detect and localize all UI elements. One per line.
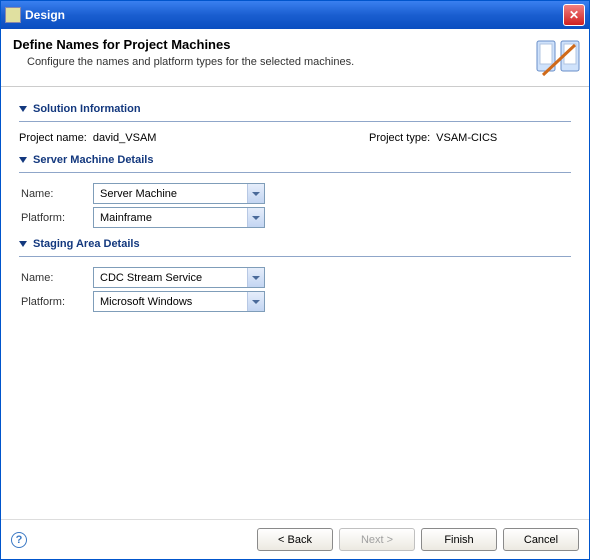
- server-name-combo[interactable]: Server Machine: [93, 183, 265, 204]
- cancel-button[interactable]: Cancel: [503, 528, 579, 551]
- section-title: Server Machine Details: [33, 154, 153, 166]
- page-subtitle: Configure the names and platform types f…: [27, 56, 577, 68]
- next-button: Next >: [339, 528, 415, 551]
- section-title: Staging Area Details: [33, 238, 140, 250]
- section-staging-area-details[interactable]: Staging Area Details: [19, 238, 571, 250]
- back-button[interactable]: < Back: [257, 528, 333, 551]
- page-title: Define Names for Project Machines: [13, 37, 577, 52]
- project-name-label: Project name:: [19, 132, 87, 144]
- staging-name-combo[interactable]: CDC Stream Service: [93, 267, 265, 288]
- solution-info-row: Project name: david_VSAM Project type: V…: [19, 132, 571, 144]
- app-icon: [5, 7, 21, 23]
- twisty-icon: [19, 106, 27, 112]
- help-icon[interactable]: ?: [11, 532, 27, 548]
- chevron-down-icon[interactable]: [247, 292, 264, 311]
- project-type-label: Project type:: [369, 132, 430, 144]
- project-name-value: david_VSAM: [93, 132, 157, 144]
- server-name-label: Name:: [19, 188, 93, 200]
- section-rule: [19, 172, 571, 173]
- wizard-header: Define Names for Project Machines Config…: [1, 29, 589, 87]
- wizard-content: Solution Information Project name: david…: [1, 87, 589, 519]
- section-solution-information[interactable]: Solution Information: [19, 103, 571, 115]
- section-server-machine-details[interactable]: Server Machine Details: [19, 154, 571, 166]
- chevron-down-icon[interactable]: [247, 268, 264, 287]
- titlebar[interactable]: Design ✕: [1, 1, 589, 29]
- combo-value: Microsoft Windows: [100, 296, 247, 308]
- close-button[interactable]: ✕: [563, 4, 585, 26]
- twisty-icon: [19, 157, 27, 163]
- combo-value: CDC Stream Service: [100, 272, 247, 284]
- wizard-header-icon: [535, 35, 581, 79]
- close-icon: ✕: [569, 8, 579, 22]
- server-platform-label: Platform:: [19, 212, 93, 224]
- project-type-value: VSAM-CICS: [436, 132, 497, 144]
- combo-value: Mainframe: [100, 212, 247, 224]
- chevron-down-icon[interactable]: [247, 208, 264, 227]
- chevron-down-icon[interactable]: [247, 184, 264, 203]
- server-platform-combo[interactable]: Mainframe: [93, 207, 265, 228]
- staging-platform-combo[interactable]: Microsoft Windows: [93, 291, 265, 312]
- section-rule: [19, 256, 571, 257]
- staging-name-label: Name:: [19, 272, 93, 284]
- wizard-footer: ? < Back Next > Finish Cancel: [1, 519, 589, 559]
- finish-button[interactable]: Finish: [421, 528, 497, 551]
- section-title: Solution Information: [33, 103, 141, 115]
- section-rule: [19, 121, 571, 122]
- combo-value: Server Machine: [100, 188, 247, 200]
- window-title: Design: [25, 8, 65, 22]
- staging-platform-label: Platform:: [19, 296, 93, 308]
- twisty-icon: [19, 241, 27, 247]
